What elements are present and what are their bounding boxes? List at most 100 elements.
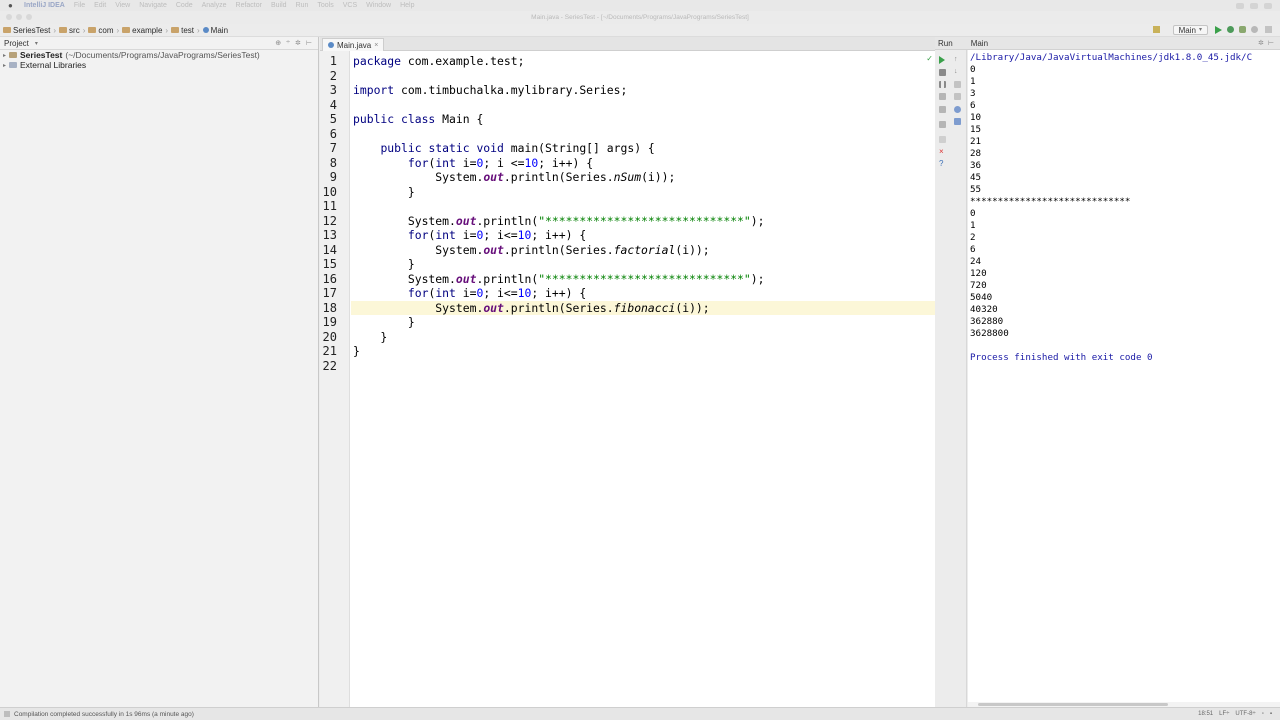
line-number: 12	[322, 213, 337, 228]
status-icons	[1236, 2, 1272, 9]
search-icon[interactable]	[1250, 2, 1258, 9]
dump-threads-icon[interactable]	[939, 106, 946, 113]
restore-layout-icon[interactable]	[939, 93, 946, 100]
code-line: for(int i=0; i <=10; i++) {	[407, 155, 594, 170]
project-view-selector[interactable]: Project	[4, 39, 29, 48]
console-output[interactable]: /Library/Java/JavaVirtualMachines/jdk1.8…	[968, 50, 1280, 707]
build-icon[interactable]	[1153, 26, 1160, 33]
scroll-to-end-icon[interactable]	[954, 93, 961, 100]
menu-vcs[interactable]: VCS	[343, 2, 357, 9]
zoom-window-button[interactable]	[26, 14, 32, 20]
file-encoding[interactable]: UTF-8÷	[1235, 711, 1255, 717]
line-number: 21	[322, 344, 337, 358]
line-separator[interactable]: LF÷	[1219, 711, 1229, 717]
code-area[interactable]: package com.example.test; import com.tim…	[351, 51, 935, 707]
debug-icon[interactable]	[1227, 26, 1234, 33]
pin-icon[interactable]	[939, 136, 946, 143]
line-number: 9	[329, 170, 337, 184]
run-icon[interactable]	[1215, 26, 1222, 34]
breadcrumb-src[interactable]: src ›	[59, 26, 85, 35]
scroll-down-icon[interactable]: ↓	[954, 68, 961, 75]
gear-icon[interactable]: ✲	[1258, 39, 1264, 47]
rerun-icon[interactable]	[939, 56, 945, 64]
menu-code[interactable]: Code	[176, 2, 193, 9]
console-line-factorial: 40320	[970, 304, 998, 315]
console-line-factorial: 2	[970, 232, 976, 243]
clear-all-icon[interactable]	[954, 118, 961, 125]
breadcrumb-main[interactable]: Main	[202, 26, 228, 35]
lock-icon[interactable]: ▫	[1262, 711, 1264, 717]
console-line-factorial: 720	[970, 280, 987, 291]
project-path: (~/Documents/Programs/JavaPrograms/Serie…	[65, 50, 260, 60]
window-title-bar: Main.java - SeriesTest - [~/Documents/Pr…	[0, 11, 1280, 24]
menu-window[interactable]: Window	[366, 2, 391, 9]
menu-app[interactable]: IntelliJ IDEA	[24, 2, 65, 9]
scroll-up-icon[interactable]: ↑	[954, 56, 961, 63]
console-line-factorial: 24	[970, 256, 982, 267]
close-window-button[interactable]	[6, 14, 12, 20]
tree-item-seriestest[interactable]: ▸ SeriesTest (~/Documents/Programs/JavaP…	[0, 50, 318, 60]
menu-help[interactable]: Help	[400, 2, 414, 9]
run-configuration-select[interactable]: Main ▾	[1172, 25, 1208, 35]
class-icon	[202, 27, 209, 33]
console-line-factorial: 120	[970, 268, 987, 279]
pause-icon[interactable]	[939, 81, 946, 88]
menu-navigate[interactable]: Navigate	[139, 2, 167, 9]
code-line: }	[353, 184, 415, 199]
hide-panel-icon[interactable]: ⊢	[1268, 39, 1274, 47]
console-line-factorial: 362880	[970, 316, 1004, 327]
tool-windows-icon[interactable]	[4, 711, 10, 717]
settings-icon[interactable]	[939, 121, 946, 128]
print-icon[interactable]	[954, 106, 961, 113]
close-tab-icon[interactable]: ×	[374, 42, 378, 49]
navigation-bar: SeriesTest › src › com › example › test › Mai…	[0, 24, 1280, 37]
gear-icon[interactable]: ✲	[295, 39, 301, 47]
status-message[interactable]: Compilation completed successfully in 1s…	[14, 711, 194, 718]
hide-panel-icon[interactable]: ⊢	[306, 39, 312, 47]
code-line: }	[353, 315, 415, 329]
sync-icon[interactable]: ⊕	[275, 39, 281, 47]
event-log-icon[interactable]: ▪	[1270, 711, 1272, 717]
soft-wrap-icon[interactable]	[954, 81, 961, 88]
line-number: 16	[322, 271, 337, 286]
collapse-icon[interactable]: ÷	[286, 39, 290, 47]
chevron-down-icon[interactable]: ▾	[35, 40, 38, 47]
line-number: 18	[322, 300, 337, 315]
code-line: System.out.println("********************…	[353, 213, 765, 228]
wifi-icon[interactable]	[1236, 2, 1244, 9]
search-everywhere-icon[interactable]	[1265, 26, 1272, 33]
minimize-window-button[interactable]	[16, 14, 22, 20]
help-icon[interactable]: ?	[939, 160, 946, 168]
menu-tools[interactable]: Tools	[317, 2, 333, 9]
menu-run[interactable]: Run	[296, 2, 309, 9]
code-editor[interactable]: 1 2 3 4 5 6 7 8 9 10 11 12 13 14 15 16 17 18 19 20 21 22 pack…	[320, 51, 935, 707]
list-icon[interactable]	[1264, 2, 1272, 9]
menu-view[interactable]: View	[115, 2, 130, 9]
line-number-gutter[interactable]: 1 2 3 4 5 6 7 8 9 10 11 12 13 14 15 16 17 18 19 20 21 22	[320, 51, 350, 707]
jvm-path-line: /Library/Java/JavaVirtualMachines/jdk1.8…	[970, 52, 1253, 63]
menu-build[interactable]: Build	[271, 2, 287, 9]
breadcrumb-test[interactable]: test ›	[171, 26, 200, 35]
line-number: 5	[329, 112, 337, 126]
apple-icon[interactable]: ●	[8, 1, 18, 10]
tree-item-external-libraries[interactable]: ▸ External Libraries	[0, 60, 318, 70]
breadcrumb-com[interactable]: com ›	[88, 26, 119, 35]
console-line-factorial: 5040	[970, 292, 993, 303]
close-run-icon[interactable]: ×	[939, 148, 946, 156]
coverage-icon[interactable]	[1239, 26, 1246, 33]
current-code-line: System.out.println(Series.fibonacci(i));	[351, 300, 935, 315]
menu-file[interactable]: File	[74, 2, 85, 9]
menu-refactor[interactable]: Refactor	[236, 2, 262, 9]
scrollbar-thumb[interactable]	[978, 703, 1168, 706]
stop-icon[interactable]	[939, 69, 946, 76]
menu-analyze[interactable]: Analyze	[202, 2, 227, 9]
tab-main-java[interactable]: Main.java ×	[322, 38, 385, 51]
line-number: 4	[329, 97, 337, 112]
console-line-nsum: 0	[970, 64, 976, 75]
breadcrumb-project[interactable]: SeriesTest ›	[3, 26, 56, 35]
menu-edit[interactable]: Edit	[94, 2, 106, 9]
run-tab-main[interactable]: Main	[971, 39, 988, 48]
breadcrumb-example[interactable]: example ›	[122, 26, 168, 35]
caret-position[interactable]: 18:51	[1198, 711, 1213, 717]
profile-icon[interactable]	[1251, 26, 1258, 33]
